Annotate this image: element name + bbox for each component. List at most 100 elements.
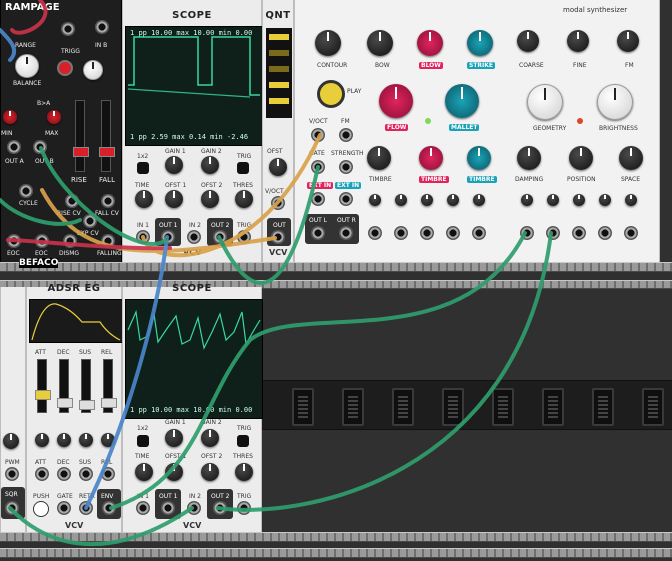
min-knob[interactable] [3, 110, 17, 124]
cv-jack-5[interactable] [472, 226, 486, 240]
space-knob[interactable] [619, 146, 643, 170]
timbre-knob[interactable] [367, 146, 391, 170]
trig-mode-button[interactable] [237, 162, 249, 174]
rel-slider[interactable] [101, 359, 117, 413]
thres-knob[interactable] [235, 463, 253, 481]
attenuverter-3[interactable] [421, 194, 433, 206]
fm-knob[interactable] [617, 30, 639, 52]
ofst-knob[interactable] [269, 158, 287, 176]
damping-knob[interactable] [517, 146, 541, 170]
trigg-button[interactable] [57, 60, 73, 76]
balance-knob[interactable] [83, 60, 103, 80]
blow-knob[interactable] [417, 30, 443, 56]
ext-in-l-jack[interactable] [311, 192, 325, 206]
falling-jack[interactable] [101, 234, 115, 248]
attenuverter-5[interactable] [473, 194, 485, 206]
strike-knob[interactable] [467, 30, 493, 56]
position-knob[interactable] [569, 146, 593, 170]
cv-jack-10[interactable] [624, 226, 638, 240]
dismg-jack[interactable] [63, 234, 77, 248]
ofst2-knob[interactable] [201, 463, 219, 481]
trig-mode-button[interactable] [237, 435, 249, 447]
out-r-jack[interactable] [339, 226, 353, 240]
cv-jack-6[interactable] [520, 226, 534, 240]
max-knob[interactable] [47, 110, 61, 124]
in2-jack[interactable] [187, 230, 201, 244]
out-b-jack[interactable] [33, 140, 47, 154]
coarse-knob[interactable] [517, 30, 539, 52]
modal-fm-jack[interactable] [339, 128, 353, 142]
in2-jack[interactable] [187, 501, 201, 515]
att-cv-knob[interactable] [35, 433, 49, 447]
time-knob[interactable] [135, 190, 153, 208]
brightness-knob[interactable] [597, 84, 633, 120]
out1-jack[interactable] [161, 230, 175, 244]
contour-knob[interactable] [315, 30, 341, 56]
in1-jack[interactable] [136, 501, 150, 515]
adsr-env-jack[interactable] [102, 501, 116, 515]
ofst1-knob[interactable] [165, 190, 183, 208]
time-knob[interactable] [135, 463, 153, 481]
cv-jack-8[interactable] [572, 226, 586, 240]
gain2-knob[interactable] [201, 156, 219, 174]
ext-in-r-jack[interactable] [339, 192, 353, 206]
cv-jack-7[interactable] [546, 226, 560, 240]
cv-jack-1[interactable] [368, 226, 382, 240]
qnt-voct-jack[interactable] [271, 196, 285, 210]
attenuverter-10[interactable] [625, 194, 637, 206]
cv-jack-2[interactable] [394, 226, 408, 240]
sus-cv-knob[interactable] [79, 433, 93, 447]
out2-jack[interactable] [213, 230, 227, 244]
pwm-jack[interactable] [5, 467, 19, 481]
timbre-strike-knob[interactable] [467, 146, 491, 170]
sus-cv-jack[interactable] [79, 467, 93, 481]
adsr-gate-jack[interactable] [57, 501, 71, 515]
dec-cv-jack[interactable] [57, 467, 71, 481]
flow-knob[interactable] [379, 84, 413, 118]
play-button[interactable] [317, 80, 345, 108]
eoc-a-jack[interactable] [7, 234, 21, 248]
adsr-retr-jack[interactable] [79, 501, 93, 515]
attenuverter-2[interactable] [395, 194, 407, 206]
in-b-jack[interactable] [95, 20, 109, 34]
out1-jack[interactable] [161, 501, 175, 515]
qnt-out-jack[interactable] [271, 230, 285, 244]
ofst1-knob[interactable] [165, 463, 183, 481]
gain1-knob[interactable] [165, 156, 183, 174]
rel-cv-knob[interactable] [101, 433, 115, 447]
eoc-b-jack[interactable] [35, 234, 49, 248]
x2-button[interactable] [137, 435, 149, 447]
quantizer-keys[interactable] [266, 28, 292, 118]
cycle-jack[interactable] [19, 184, 33, 198]
cv-jack-3[interactable] [420, 226, 434, 240]
dec-cv-knob[interactable] [57, 433, 71, 447]
modal-voct-jack[interactable] [311, 128, 325, 142]
timbre-blow-knob[interactable] [419, 146, 443, 170]
dec-slider[interactable] [57, 359, 73, 413]
ofst2-knob[interactable] [201, 190, 219, 208]
trig-in-jack[interactable] [237, 230, 251, 244]
attenuverter-8[interactable] [573, 194, 585, 206]
fall-slider[interactable] [99, 100, 115, 172]
rampage-trig-jack[interactable] [61, 22, 75, 36]
out-a-jack[interactable] [7, 140, 21, 154]
attenuverter-7[interactable] [547, 194, 559, 206]
trig-in-jack[interactable] [237, 501, 251, 515]
gain2-knob[interactable] [201, 429, 219, 447]
gain1-knob[interactable] [165, 429, 183, 447]
thres-knob[interactable] [235, 190, 253, 208]
pwm-knob[interactable] [3, 433, 19, 449]
attenuverter-6[interactable] [521, 194, 533, 206]
geometry-knob[interactable] [527, 84, 563, 120]
modal-gate-jack[interactable] [311, 160, 325, 174]
rel-cv-jack[interactable] [101, 467, 115, 481]
att-cv-jack[interactable] [35, 467, 49, 481]
out2-jack[interactable] [213, 501, 227, 515]
fall-cv-jack[interactable] [101, 194, 115, 208]
bow-knob[interactable] [367, 30, 393, 56]
att-slider[interactable] [35, 359, 51, 413]
mallet-knob[interactable] [445, 84, 479, 118]
fine-knob[interactable] [567, 30, 589, 52]
attenuverter-9[interactable] [599, 194, 611, 206]
sqr-jack[interactable] [5, 501, 19, 515]
